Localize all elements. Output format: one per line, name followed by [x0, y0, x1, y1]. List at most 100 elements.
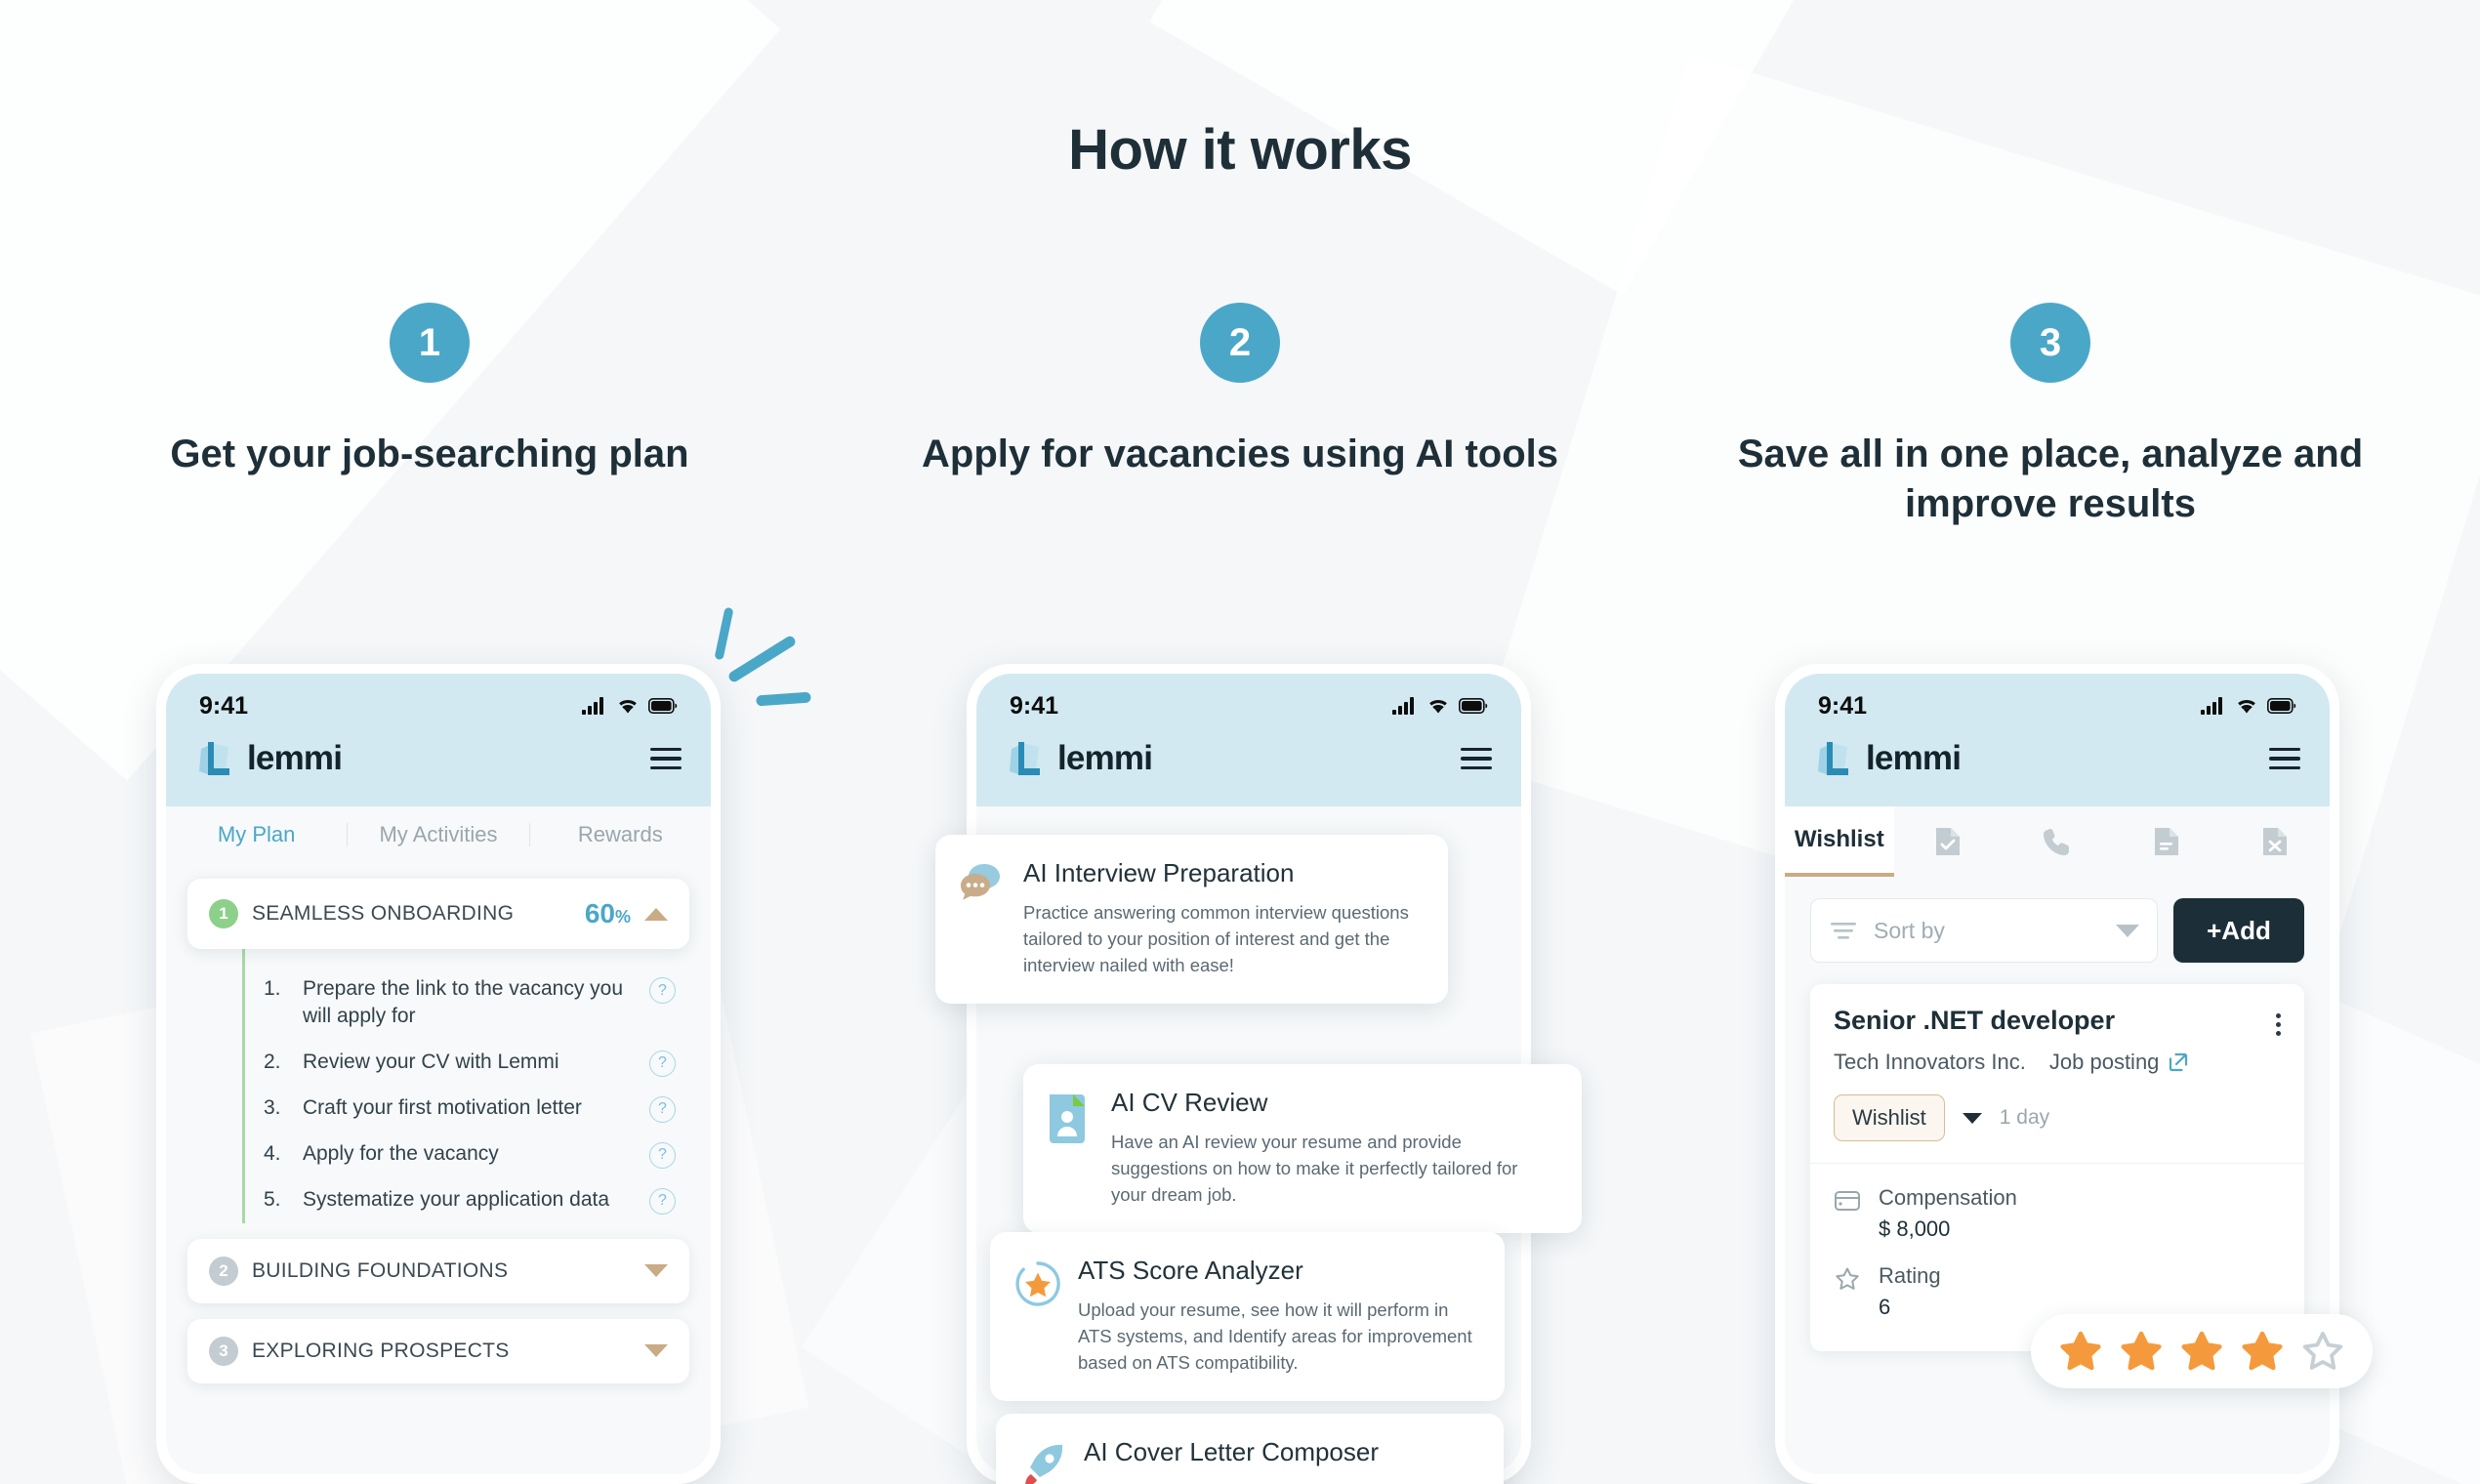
- task-item[interactable]: 4. Apply for the vacancy ?: [166, 1132, 711, 1177]
- task-item[interactable]: 5. Systematize your application data ?: [166, 1177, 711, 1223]
- job-status-row: Wishlist 1 day: [1834, 1094, 2281, 1141]
- sort-by-dropdown[interactable]: Sort by: [1810, 898, 2158, 963]
- step-column-2: 2 Apply for vacancies using AI tools: [859, 303, 1621, 479]
- job-card-header: Senior .NET developer Tech Innovators In…: [1810, 984, 2304, 1164]
- phone-call-icon: [2043, 829, 2069, 855]
- star-filled-icon[interactable]: [2177, 1328, 2226, 1375]
- task-number: 5.: [264, 1187, 281, 1211]
- accordion-header-seamless-onboarding[interactable]: 1 SEAMLESS ONBOARDING 60%: [187, 879, 689, 949]
- task-item[interactable]: 3. Craft your first motivation letter ?: [166, 1086, 711, 1132]
- phone-screen: 9:41: [166, 674, 711, 1474]
- job-title-row: Senior .NET developer: [1834, 1006, 2281, 1036]
- wifi-icon: [2238, 699, 2255, 714]
- cellular-signal-icon: [1392, 697, 1414, 715]
- rating-stars-widget[interactable]: [2031, 1314, 2373, 1388]
- hamburger-menu-icon[interactable]: [1461, 747, 1492, 770]
- feature-card-title: ATS Score Analyzer: [1078, 1256, 1303, 1285]
- help-icon[interactable]: ?: [649, 1141, 676, 1169]
- progress-symbol: %: [614, 907, 631, 927]
- kebab-menu-icon[interactable]: [2276, 1006, 2281, 1036]
- app-bar: lemmi: [1785, 724, 2330, 806]
- list-toolbar: Sort by +Add: [1785, 877, 2330, 963]
- tab-applied[interactable]: [1894, 806, 2004, 877]
- tab-my-plan[interactable]: My Plan: [166, 822, 347, 847]
- wallet-icon: [1835, 1191, 1860, 1211]
- chevron-down-icon[interactable]: [644, 1264, 668, 1278]
- chevron-down-icon[interactable]: [2116, 924, 2139, 937]
- feature-card-ai-cover-letter-composer[interactable]: AI Cover Letter Composer: [996, 1414, 1504, 1484]
- caret-down-icon[interactable]: [1962, 1112, 1982, 1124]
- field-value: $ 8,000: [1879, 1216, 1951, 1241]
- job-posting-link[interactable]: Job posting: [2049, 1050, 2191, 1075]
- task-item[interactable]: 1. Prepare the link to the vacancy you w…: [166, 967, 711, 1040]
- sparkle-decoration: [714, 606, 734, 661]
- task-item[interactable]: 2. Review your CV with Lemmi ?: [166, 1040, 711, 1086]
- status-bar: 9:41: [1785, 674, 2330, 724]
- status-bar: 9:41: [166, 674, 711, 724]
- field-label: Compensation: [1879, 1185, 2017, 1210]
- feature-card-ai-cv-review[interactable]: AI CV Review Have an AI review your resu…: [1023, 1064, 1582, 1234]
- star-filled-icon[interactable]: [2238, 1328, 2287, 1375]
- external-link-icon: [2170, 1052, 2188, 1072]
- status-icons: [2201, 697, 2296, 715]
- status-clock: 9:41: [1818, 691, 1868, 720]
- tab-rejected[interactable]: [2220, 806, 2330, 877]
- help-icon[interactable]: ?: [649, 977, 676, 1004]
- app-header: 9:41 lemmi: [1785, 674, 2330, 806]
- help-icon[interactable]: ?: [649, 1095, 676, 1123]
- tab-wishlist[interactable]: Wishlist: [1785, 806, 1894, 877]
- status-badge[interactable]: Wishlist: [1834, 1094, 1945, 1141]
- task-list: 1. Prepare the link to the vacancy you w…: [166, 941, 711, 1223]
- sort-filter-icon: [1831, 923, 1856, 939]
- status-icons: [582, 697, 678, 715]
- tab-interview[interactable]: [2003, 806, 2112, 877]
- lemmi-logo[interactable]: lemmi: [195, 736, 343, 781]
- app-bar: lemmi: [166, 724, 711, 806]
- task-text: Prepare the link to the vacancy you will…: [303, 977, 624, 1028]
- help-icon[interactable]: ?: [649, 1050, 676, 1077]
- page-title: How it works: [1068, 118, 1412, 182]
- lemmi-logo-icon: [1010, 742, 1040, 775]
- chevron-down-icon[interactable]: [644, 1344, 668, 1358]
- star-filled-icon[interactable]: [2117, 1328, 2166, 1375]
- job-card[interactable]: Senior .NET developer Tech Innovators In…: [1810, 984, 2304, 1351]
- cellular-signal-icon: [582, 697, 603, 715]
- lemmi-logo[interactable]: lemmi: [1006, 736, 1153, 781]
- step-column-3: 3 Save all in one place, analyze and imp…: [1670, 303, 2431, 529]
- tab-my-activities[interactable]: My Activities: [348, 822, 528, 847]
- accordion-progress-percent: 60%: [585, 898, 631, 929]
- feature-card-description: Practice answering common interview ques…: [1023, 902, 1409, 975]
- star-filled-icon[interactable]: [2056, 1328, 2105, 1375]
- task-number: 4.: [264, 1141, 281, 1165]
- help-icon[interactable]: ?: [649, 1187, 676, 1215]
- accordion-header-building-foundations[interactable]: 2 BUILDING FOUNDATIONS: [187, 1238, 689, 1303]
- star-outline-icon: [1836, 1267, 1859, 1290]
- job-age: 1 day: [1999, 1106, 2050, 1129]
- step-number-badge: 1: [390, 303, 470, 383]
- tab-rewards[interactable]: Rewards: [530, 822, 711, 847]
- star-empty-icon[interactable]: [2298, 1328, 2347, 1375]
- tab-bar: My Plan My Activities Rewards: [166, 806, 711, 861]
- job-company: Tech Innovators Inc.: [1834, 1050, 2026, 1074]
- task-text: Craft your first motivation letter: [303, 1095, 582, 1119]
- lemmi-logo-icon: [199, 742, 229, 775]
- rocket-icon: [1019, 1441, 1066, 1484]
- accordion-number-badge: 3: [209, 1336, 238, 1366]
- star-badge-icon: [1013, 1259, 1060, 1376]
- feature-card-ai-interview-preparation[interactable]: AI Interview Preparation Practice answer…: [935, 835, 1448, 1005]
- status-icons: [1392, 697, 1488, 715]
- lemmi-logo-text: lemmi: [1057, 739, 1153, 777]
- document-x-icon: [2263, 828, 2288, 855]
- accordion-header-exploring-prospects[interactable]: 3 EXPLORING PROSPECTS: [187, 1318, 689, 1383]
- tab-offer[interactable]: [2112, 806, 2221, 877]
- add-button[interactable]: +Add: [2173, 898, 2304, 963]
- lemmi-logo[interactable]: lemmi: [1814, 736, 1962, 781]
- battery-icon: [1459, 698, 1488, 714]
- status-bar: 9:41: [976, 674, 1521, 724]
- chevron-up-icon[interactable]: [644, 907, 668, 921]
- app-header: 9:41 lemmi: [166, 674, 711, 806]
- feature-card-ats-score-analyzer[interactable]: ATS Score Analyzer Upload your resume, s…: [990, 1232, 1505, 1402]
- hamburger-menu-icon[interactable]: [650, 747, 682, 770]
- task-number: 1.: [264, 977, 281, 1000]
- hamburger-menu-icon[interactable]: [2269, 747, 2300, 770]
